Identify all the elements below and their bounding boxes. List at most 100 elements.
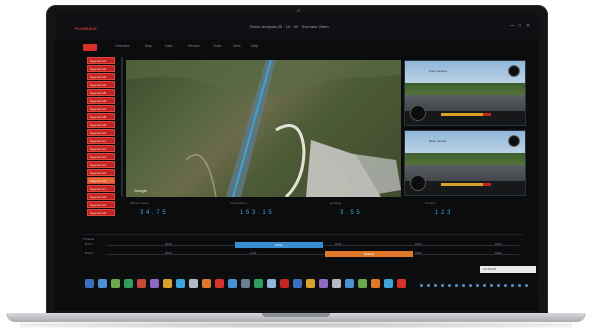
tray-icon[interactable] bbox=[476, 284, 479, 287]
sidebar-scrollbar[interactable] bbox=[121, 57, 123, 197]
calendar-icon[interactable] bbox=[254, 279, 263, 288]
camera-app-icon[interactable] bbox=[241, 279, 250, 288]
menu-item-review[interactable]: Review bbox=[188, 44, 199, 48]
tray-icon[interactable] bbox=[462, 284, 465, 287]
explorer-icon[interactable] bbox=[98, 279, 107, 288]
sidebar-item-segment[interactable]: Segment 17 bbox=[87, 185, 115, 192]
network-icon[interactable] bbox=[384, 279, 393, 288]
browser-icon[interactable] bbox=[111, 279, 120, 288]
compass-icon bbox=[508, 135, 520, 147]
sidebar-item-segment[interactable]: Segment 09 bbox=[87, 121, 115, 128]
rear-camera-view[interactable]: Rear camera bbox=[404, 130, 526, 196]
map-app-icon[interactable] bbox=[228, 279, 237, 288]
tray-icon[interactable] bbox=[434, 284, 437, 287]
tray-icon[interactable] bbox=[420, 284, 423, 287]
speedometer-icon bbox=[410, 105, 426, 121]
timeline-row-driver: Driver 00:00 01:00 02:00 03:00 04:00 Bra… bbox=[85, 251, 531, 257]
sidebar-item-segment[interactable]: Segment 10 bbox=[87, 129, 115, 136]
sidebar-item-segment[interactable]: Segment 18 bbox=[87, 193, 115, 200]
archive-icon[interactable] bbox=[306, 279, 315, 288]
metric-value: 3 4 . 7 5 bbox=[140, 210, 167, 216]
sidebar-item-segment[interactable]: Segment 16 bbox=[87, 177, 115, 184]
sidebar-item-segment[interactable]: Segment 15 bbox=[87, 169, 115, 176]
metric-label: Heading bbox=[330, 201, 342, 205]
sidebar-item-segment[interactable]: Segment 13 bbox=[87, 153, 115, 160]
sidebar-item-segment[interactable]: Segment 20 bbox=[87, 209, 115, 216]
timeline-row-event: Event 00:00 01:00 02:00 03:00 04:00 Acti… bbox=[85, 242, 531, 248]
app-screen: PLAYBACK Route Analysis 05 · 14 · 02 · S… bbox=[55, 13, 539, 311]
menu-item-data[interactable]: Data bbox=[165, 44, 172, 48]
sidebar-item-segment[interactable]: Segment 01 bbox=[87, 57, 115, 64]
sidebar-item-segment[interactable]: Segment 08 bbox=[87, 113, 115, 120]
timeline-tick: 00:00 bbox=[165, 252, 172, 255]
notes-icon[interactable] bbox=[150, 279, 159, 288]
start-icon[interactable] bbox=[85, 279, 94, 288]
map-imagery: Google bbox=[126, 60, 401, 197]
menu-item-view[interactable]: View bbox=[233, 44, 241, 48]
tray-icon[interactable] bbox=[483, 284, 486, 287]
sidebar-item-segment[interactable]: Segment 11 bbox=[87, 137, 115, 144]
sidebar-item-segment[interactable]: Segment 19 bbox=[87, 201, 115, 208]
maximize-button[interactable]: □ bbox=[518, 23, 521, 29]
spreadsheet-icon[interactable] bbox=[124, 279, 133, 288]
metric-value: 3 . 5 5 bbox=[340, 210, 361, 216]
tray-icon[interactable] bbox=[469, 284, 472, 287]
tray-icon[interactable] bbox=[448, 284, 451, 287]
alert-icon[interactable] bbox=[397, 279, 406, 288]
camera-label: Front camera bbox=[429, 69, 447, 73]
sidebar-item-segment[interactable]: Segment 04 bbox=[87, 81, 115, 88]
sidebar-item-segment[interactable]: Segment 03 bbox=[87, 73, 115, 80]
section-divider bbox=[83, 234, 523, 235]
tray-icon[interactable] bbox=[497, 284, 500, 287]
document-icon[interactable] bbox=[332, 279, 341, 288]
menu-item-help[interactable]: Help bbox=[251, 44, 258, 48]
map-view[interactable]: Google bbox=[126, 60, 401, 197]
timeline-title: Timeline bbox=[83, 237, 95, 241]
cloud-icon[interactable] bbox=[345, 279, 354, 288]
music-icon[interactable] bbox=[319, 279, 328, 288]
timeline-segment-braking[interactable]: Braking bbox=[325, 251, 413, 257]
timeline-row-label: Driver bbox=[85, 251, 93, 255]
sidebar-item-segment[interactable]: Segment 12 bbox=[87, 145, 115, 152]
menu-item-overview[interactable]: Overview bbox=[115, 44, 130, 48]
menu-item-tools[interactable]: Tools bbox=[213, 44, 221, 48]
timeline-segment-active[interactable]: Active bbox=[235, 242, 323, 248]
settings-icon[interactable] bbox=[189, 279, 198, 288]
timeline-tick: 04:00 bbox=[495, 252, 502, 255]
sidebar-item-segment[interactable]: Segment 14 bbox=[87, 161, 115, 168]
timeline-tick: 02:00 bbox=[335, 243, 342, 246]
system-tray[interactable]: 12:45 PM bbox=[480, 266, 536, 273]
tray-icon[interactable] bbox=[455, 284, 458, 287]
photos-icon[interactable] bbox=[267, 279, 276, 288]
tray-icon[interactable] bbox=[518, 284, 521, 287]
tray-icon[interactable] bbox=[427, 284, 430, 287]
paint-icon[interactable] bbox=[371, 279, 380, 288]
tray-icon[interactable] bbox=[511, 284, 514, 287]
terminal-icon[interactable] bbox=[293, 279, 302, 288]
close-button[interactable]: ✕ bbox=[526, 23, 530, 29]
chat-icon[interactable] bbox=[202, 279, 211, 288]
sidebar-item-segment[interactable]: Segment 05 bbox=[87, 89, 115, 96]
minimize-button[interactable]: — bbox=[510, 23, 515, 29]
folder-icon[interactable] bbox=[163, 279, 172, 288]
store-icon[interactable] bbox=[358, 279, 367, 288]
timeline-tick: 03:00 bbox=[415, 252, 422, 255]
video-icon[interactable] bbox=[280, 279, 289, 288]
timeline-tick: 03:00 bbox=[415, 243, 422, 246]
mail-icon[interactable] bbox=[176, 279, 185, 288]
media-icon[interactable] bbox=[137, 279, 146, 288]
sidebar-item-segment[interactable]: Segment 06 bbox=[87, 97, 115, 104]
tray-icon[interactable] bbox=[490, 284, 493, 287]
tray-icon[interactable] bbox=[525, 284, 528, 287]
tray-icon[interactable] bbox=[504, 284, 507, 287]
timeline-tick: 04:00 bbox=[495, 243, 502, 246]
menu-item-map[interactable]: Map bbox=[145, 44, 152, 48]
tray-icon[interactable] bbox=[441, 284, 444, 287]
menu-home-button[interactable] bbox=[83, 44, 97, 51]
record-icon[interactable] bbox=[215, 279, 224, 288]
sidebar-item-segment[interactable]: Segment 07 bbox=[87, 105, 115, 112]
speedometer-icon bbox=[410, 175, 426, 191]
front-camera-view[interactable]: Front camera bbox=[404, 60, 526, 126]
sidebar-item-segment[interactable]: Segment 02 bbox=[87, 65, 115, 72]
timeline-tick: 01:00 bbox=[250, 252, 257, 255]
